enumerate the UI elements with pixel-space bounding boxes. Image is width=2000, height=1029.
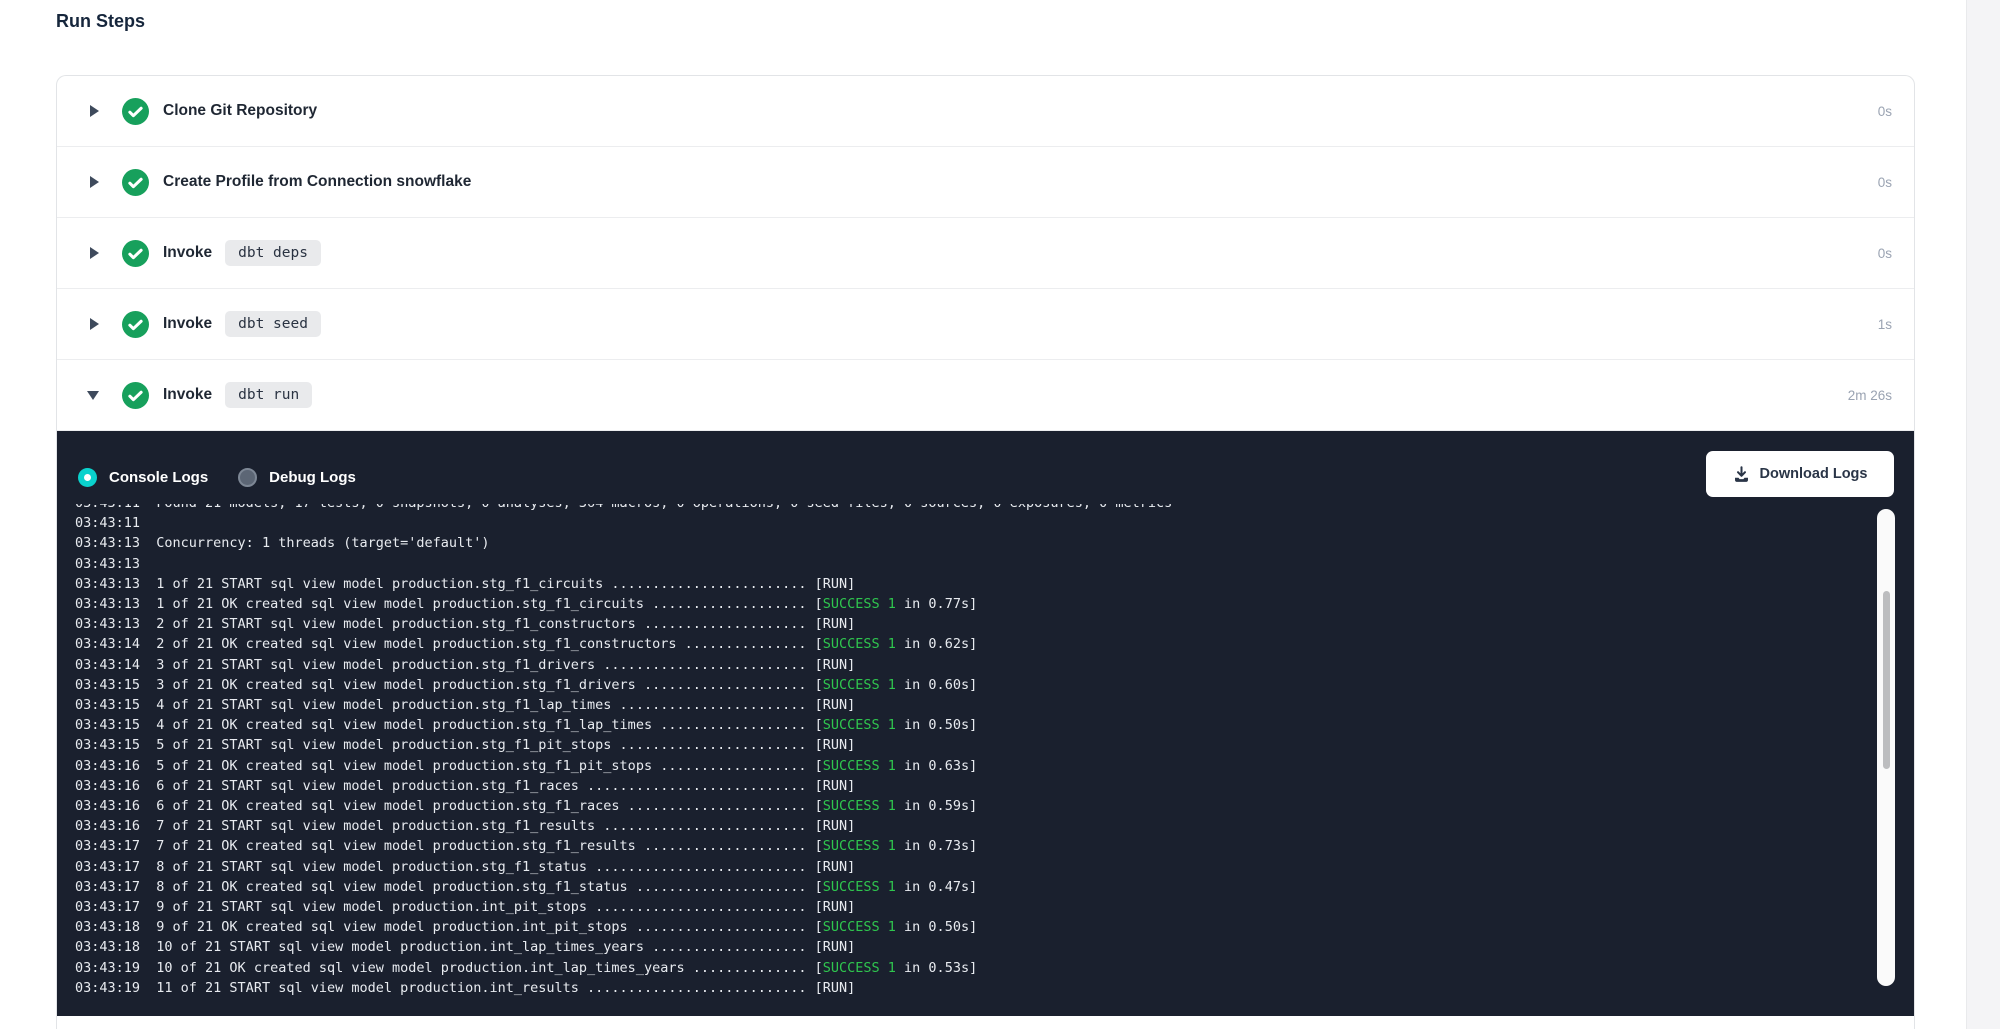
log-line: 03:43:19 10 of 21 OK created sql view mo… [75, 958, 1875, 978]
step-command-badge: dbt seed [225, 311, 321, 337]
step-duration: 0s [1878, 246, 1892, 261]
chevron-right-icon[interactable] [90, 105, 99, 117]
run-step-row[interactable]: Invoke dbt deps 0s [57, 218, 1914, 289]
debug-logs-radio[interactable]: Debug Logs [238, 468, 356, 487]
log-line: 03:43:11 [75, 513, 1875, 533]
download-icon [1733, 466, 1750, 483]
run-steps-card: Clone Git Repository0sCreate Profile fro… [56, 75, 1915, 1029]
download-logs-button[interactable]: Download Logs [1706, 451, 1894, 497]
radio-unselected-icon [238, 468, 257, 487]
right-gutter [1966, 0, 2000, 1029]
log-line: 03:43:14 3 of 21 START sql view model pr… [75, 655, 1875, 675]
check-circle-icon [122, 98, 149, 125]
log-type-radio-group: Console Logs Debug Logs [78, 468, 356, 487]
run-steps-list: Clone Git Repository0sCreate Profile fro… [57, 76, 1914, 431]
run-step-row[interactable]: Create Profile from Connection snowflake… [57, 147, 1914, 218]
log-line: 03:43:17 8 of 21 START sql view model pr… [75, 857, 1875, 877]
log-line: 03:43:16 6 of 21 OK created sql view mod… [75, 796, 1875, 816]
console-log-output[interactable]: 03:43:11 Found 21 models, 17 tests, 0 sn… [75, 504, 1875, 1016]
log-line: 03:43:13 1 of 21 OK created sql view mod… [75, 594, 1875, 614]
step-command-badge: dbt run [225, 382, 312, 408]
run-step-row[interactable]: Invoke dbt run 2m 26s [57, 360, 1914, 431]
step-command-badge: dbt deps [225, 240, 321, 266]
log-line: 03:43:16 6 of 21 START sql view model pr… [75, 776, 1875, 796]
chevron-right-icon[interactable] [90, 318, 99, 330]
log-line: 03:43:16 7 of 21 START sql view model pr… [75, 816, 1875, 836]
chevron-right-icon[interactable] [90, 176, 99, 188]
log-panel: Console Logs Debug Logs Download Logs 03:… [57, 431, 1914, 1016]
log-line: 03:43:18 9 of 21 OK created sql view mod… [75, 917, 1875, 937]
step-duration: 0s [1878, 175, 1892, 190]
log-line: 03:43:15 4 of 21 START sql view model pr… [75, 695, 1875, 715]
step-duration: 2m 26s [1848, 388, 1892, 403]
chevron-down-icon[interactable] [87, 391, 99, 400]
step-title: Invoke [163, 315, 212, 333]
step-title: Create Profile from Connection snowflake [163, 173, 471, 191]
log-line: 03:43:13 Concurrency: 1 threads (target=… [75, 533, 1875, 553]
log-scrollbar[interactable] [1877, 509, 1895, 986]
log-line: 03:43:14 2 of 21 OK created sql view mod… [75, 634, 1875, 654]
log-scrollbar-thumb[interactable] [1883, 591, 1890, 769]
log-line: 03:43:17 7 of 21 OK created sql view mod… [75, 836, 1875, 856]
log-line: 03:43:11 Found 21 models, 17 tests, 0 sn… [75, 504, 1875, 513]
check-circle-icon [122, 240, 149, 267]
step-title: Invoke [163, 244, 212, 262]
log-line: 03:43:13 2 of 21 START sql view model pr… [75, 614, 1875, 634]
radio-label: Debug Logs [269, 469, 356, 486]
log-line: 03:43:13 1 of 21 START sql view model pr… [75, 574, 1875, 594]
check-circle-icon [122, 382, 149, 409]
step-title: Invoke [163, 386, 212, 404]
log-line: 03:43:15 5 of 21 START sql view model pr… [75, 735, 1875, 755]
check-circle-icon [122, 169, 149, 196]
run-step-row[interactable]: Clone Git Repository 0s [57, 76, 1914, 147]
run-step-row[interactable]: Invoke dbt seed 1s [57, 289, 1914, 360]
console-logs-radio[interactable]: Console Logs [78, 468, 208, 487]
chevron-right-icon[interactable] [90, 247, 99, 259]
check-circle-icon [122, 311, 149, 338]
page-title: Run Steps [56, 11, 145, 32]
step-title: Clone Git Repository [163, 102, 317, 120]
log-line: 03:43:13 [75, 554, 1875, 574]
download-logs-label: Download Logs [1760, 466, 1868, 482]
log-line: 03:43:19 11 of 21 START sql view model p… [75, 978, 1875, 998]
log-lines: 03:43:11 Found 21 models, 17 tests, 0 sn… [75, 504, 1875, 998]
step-duration: 0s [1878, 104, 1892, 119]
log-line: 03:43:15 4 of 21 OK created sql view mod… [75, 715, 1875, 735]
log-line: 03:43:17 9 of 21 START sql view model pr… [75, 897, 1875, 917]
log-line: 03:43:15 3 of 21 OK created sql view mod… [75, 675, 1875, 695]
step-duration: 1s [1878, 317, 1892, 332]
log-line: 03:43:16 5 of 21 OK created sql view mod… [75, 756, 1875, 776]
log-line: 03:43:17 8 of 21 OK created sql view mod… [75, 877, 1875, 897]
radio-label: Console Logs [109, 469, 208, 486]
log-line: 03:43:18 10 of 21 START sql view model p… [75, 937, 1875, 957]
radio-selected-icon [78, 468, 97, 487]
